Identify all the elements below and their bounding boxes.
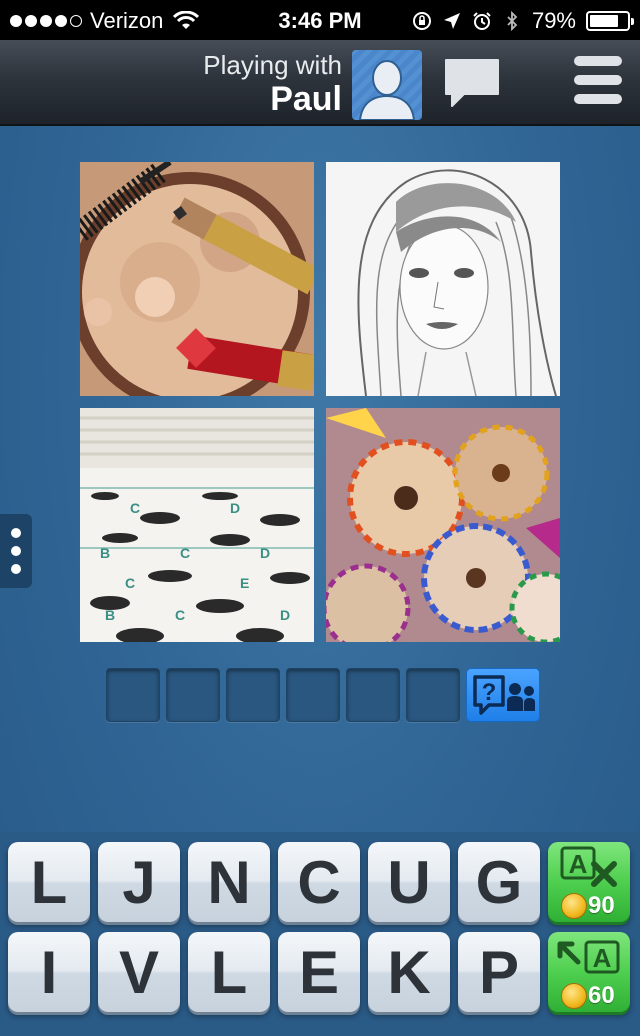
letter-key[interactable]: L: [8, 842, 90, 922]
answer-slot[interactable]: [226, 668, 280, 722]
svg-text:C: C: [130, 500, 140, 516]
alarm-icon: [473, 12, 491, 30]
answer-slot[interactable]: [166, 668, 220, 722]
svg-text:B: B: [105, 607, 115, 623]
puzzle-image-makeup: [80, 162, 314, 396]
reveal-letter-button[interactable]: A 60: [548, 932, 630, 1012]
letter-key[interactable]: L: [188, 932, 270, 1012]
dot-icon: [11, 546, 21, 556]
puzzle-image-sketch: [326, 162, 560, 396]
puzzle-image-test-sheet: CD BCD CE BCD: [80, 408, 314, 642]
remove-letters-button[interactable]: A 90: [548, 842, 630, 922]
coin-icon: [561, 983, 587, 1009]
status-bar: Verizon 3:46 PM 79%: [0, 0, 640, 40]
letter-key[interactable]: V: [98, 932, 180, 1012]
letter-key[interactable]: C: [278, 842, 360, 922]
menu-icon[interactable]: [574, 56, 622, 110]
letter-key[interactable]: K: [368, 932, 450, 1012]
header-bar: Playing with Paul: [0, 40, 640, 126]
answer-slot[interactable]: [346, 668, 400, 722]
signal-strength-icon: [10, 15, 82, 27]
remove-letters-cost: 90: [588, 892, 615, 919]
answer-slot[interactable]: [286, 668, 340, 722]
letter-key[interactable]: P: [458, 932, 540, 1012]
location-arrow-icon: [443, 13, 460, 29]
coin-icon: [561, 893, 587, 919]
dot-icon: [11, 528, 21, 538]
playing-with-label: Playing with: [203, 50, 342, 80]
answer-slot[interactable]: [106, 668, 160, 722]
opponent-name: Paul: [270, 80, 342, 118]
rotation-lock-icon: [412, 12, 431, 30]
side-menu-handle[interactable]: [0, 514, 32, 588]
puzzle-image-pencil-shavings: [326, 408, 560, 642]
bluetooth-icon: [507, 11, 518, 31]
wifi-icon: [173, 11, 200, 29]
battery-icon: [586, 11, 634, 31]
svg-text:D: D: [230, 500, 240, 516]
svg-text:C: C: [180, 545, 190, 561]
ask-friends-icon: ?: [473, 675, 535, 715]
letter-key[interactable]: N: [188, 842, 270, 922]
answer-slot[interactable]: [406, 668, 460, 722]
carrier-label: Verizon: [90, 8, 164, 33]
letter-key[interactable]: U: [368, 842, 450, 922]
svg-text:A: A: [593, 943, 612, 973]
user-silhouette-icon: [352, 50, 422, 120]
svg-text:D: D: [280, 607, 290, 623]
letter-key[interactable]: E: [278, 932, 360, 1012]
letter-key[interactable]: G: [458, 842, 540, 922]
svg-text:A: A: [569, 849, 588, 879]
chat-icon[interactable]: [442, 56, 502, 112]
battery-percent: 79%: [531, 8, 576, 33]
svg-text:C: C: [125, 575, 135, 591]
svg-text:D: D: [260, 545, 270, 561]
dot-icon: [11, 564, 21, 574]
opponent-avatar[interactable]: [352, 50, 422, 120]
svg-text:?: ?: [482, 679, 497, 706]
svg-text:C: C: [175, 607, 185, 623]
letter-key[interactable]: J: [98, 842, 180, 922]
svg-text:B: B: [100, 545, 110, 561]
reveal-letter-icon: A: [557, 940, 620, 974]
ask-friends-button[interactable]: ?: [466, 668, 540, 722]
reveal-letter-cost: 60: [588, 982, 615, 1009]
remove-letter-icon: A: [560, 846, 617, 887]
opponent-info: Playing with Paul: [203, 50, 342, 118]
svg-text:E: E: [240, 575, 249, 591]
letter-key[interactable]: I: [8, 932, 90, 1012]
